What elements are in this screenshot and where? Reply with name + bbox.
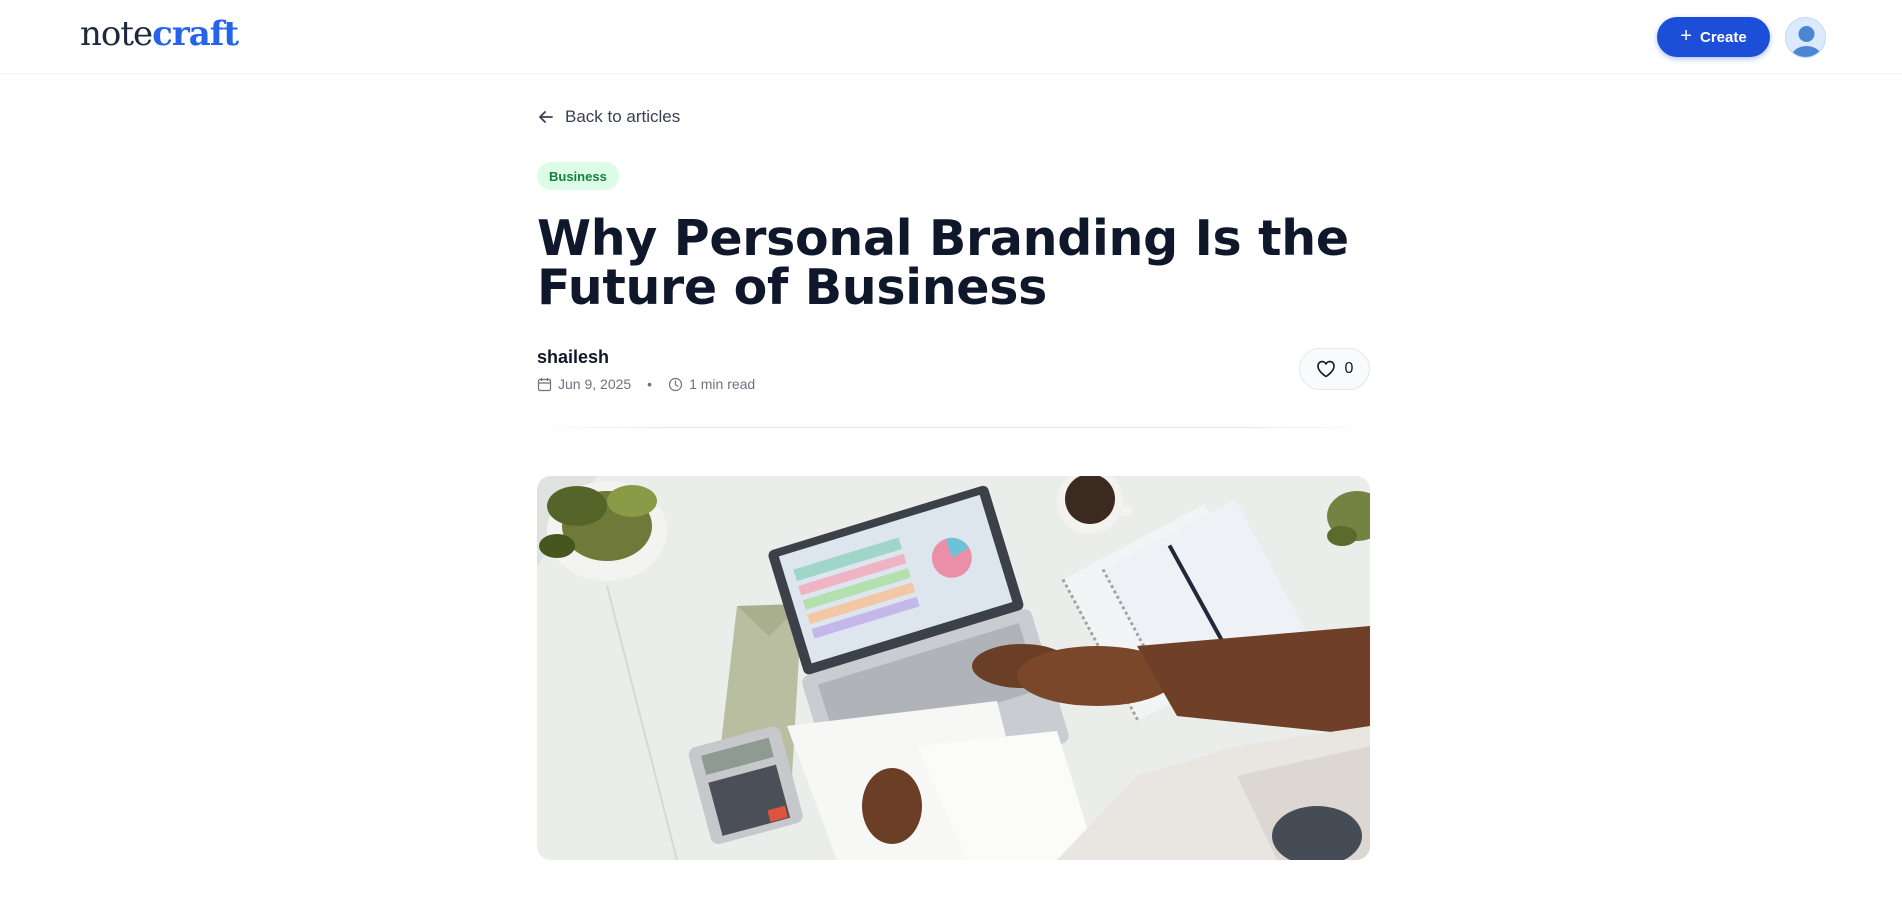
notecraft-logo[interactable]: notecraft: [80, 14, 239, 54]
user-avatar-icon: [1791, 26, 1822, 57]
article-title: Why Personal Branding Is the Future of B…: [537, 210, 1349, 316]
clock-icon: [668, 377, 683, 391]
read-time: 1 min read: [689, 376, 756, 392]
category-badge[interactable]: Business: [537, 162, 619, 190]
article-meta: Jun 9, 2025 • 1 min read: [537, 376, 755, 392]
like-count: 0: [1344, 360, 1354, 377]
divider: [537, 427, 1370, 428]
calendar-icon: [537, 377, 552, 391]
top-navigation-bar: notecraft + Create: [0, 0, 1902, 74]
meta-separator: •: [647, 376, 653, 392]
create-button[interactable]: + Create: [1657, 17, 1770, 57]
heart-icon: [1316, 360, 1335, 378]
logo-text-note: note: [80, 14, 153, 54]
back-to-articles-link[interactable]: Back to articles: [537, 107, 680, 127]
author-name[interactable]: shailesh: [537, 347, 609, 368]
user-avatar[interactable]: [1785, 17, 1826, 58]
create-button-label: Create: [1699, 28, 1747, 46]
article-cover-image: [537, 476, 1370, 860]
arrow-left-icon: [539, 111, 553, 123]
logo-text-craft: craft: [152, 14, 239, 54]
plus-icon: +: [1680, 25, 1692, 47]
like-button[interactable]: 0: [1299, 348, 1370, 390]
cover-illustration: [537, 476, 1370, 860]
publish-date: Jun 9, 2025: [558, 376, 632, 392]
back-link-label: Back to articles: [565, 107, 681, 126]
